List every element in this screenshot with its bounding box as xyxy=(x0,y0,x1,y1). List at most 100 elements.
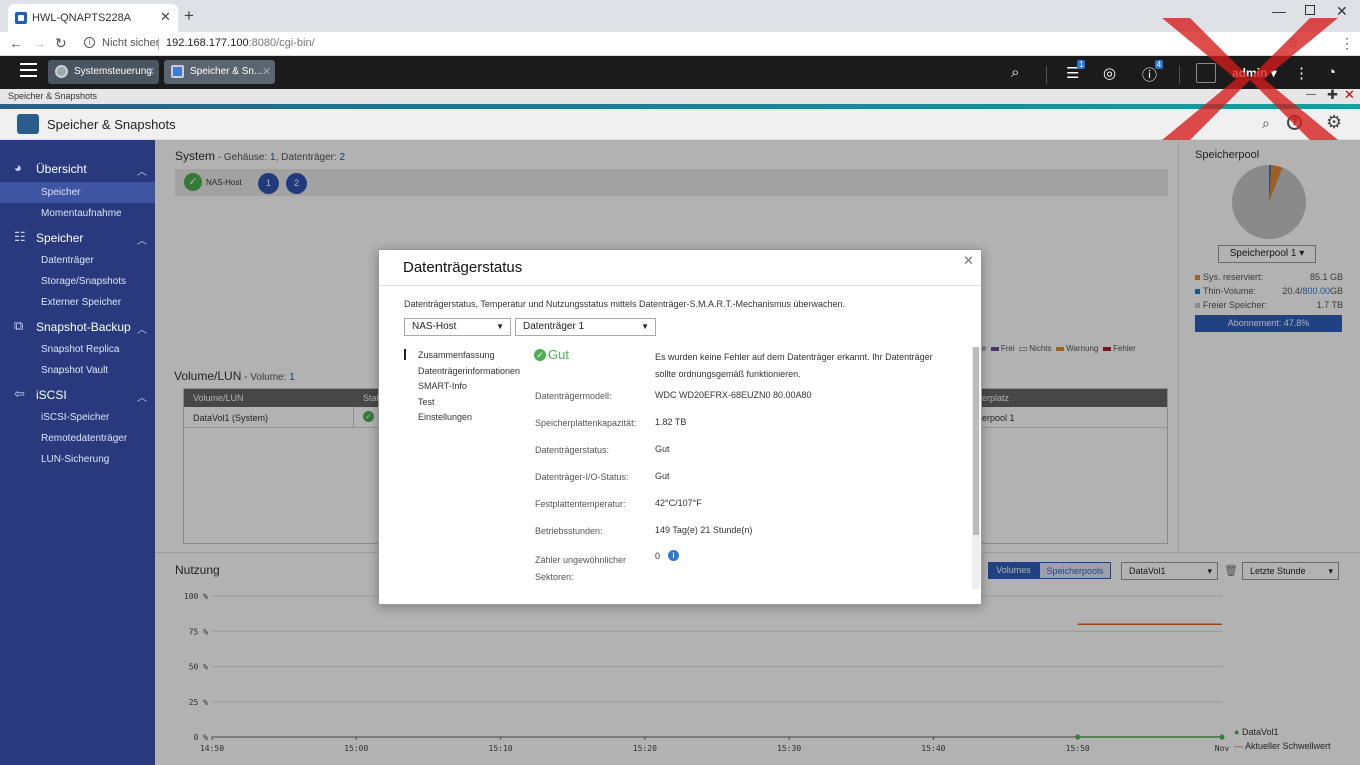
info-icon[interactable]: i xyxy=(84,37,95,48)
address-bar: ← → ↻ i Nicht sicher 192.168.177.100:808… xyxy=(0,32,1360,56)
field-value-disk-status: Gut xyxy=(655,444,670,454)
forward-icon[interactable]: → xyxy=(32,35,46,51)
sidebar-group-iscsi[interactable]: iSCSI xyxy=(36,388,67,402)
sidebar-item-snapshot-replica[interactable]: Snapshot Replica xyxy=(41,344,119,355)
search-icon[interactable]: ⌕ xyxy=(1011,64,1019,81)
status-text: Gut xyxy=(548,347,569,362)
app-window-header: Speicher & Snapshots — ✚ ✕ xyxy=(0,87,1360,104)
sidebar-item-remotedatentraeger[interactable]: Remotedatenträger xyxy=(41,433,127,444)
close-app-icon[interactable]: ✕ xyxy=(1344,87,1355,103)
field-value-power-on-hours: 149 Tag(e) 21 Stunde(n) xyxy=(655,525,753,535)
not-secure-label: Nicht sicher xyxy=(102,37,160,49)
scrollbar-thumb[interactable] xyxy=(973,347,979,535)
sidebar-item-snapshot-vault[interactable]: Snapshot Vault xyxy=(41,365,108,376)
browser-tab[interactable]: HWL-QNAPTS228A ✕ xyxy=(8,4,178,32)
sidebar-item-iscsi-speicher[interactable]: iSCSI-Speicher xyxy=(41,412,109,423)
info-icon[interactable]: i xyxy=(668,550,679,561)
nav-active-indicator xyxy=(404,349,406,360)
url-path: :8080/cgi-bin/ xyxy=(248,37,315,49)
divider xyxy=(158,38,159,50)
overview-icon: ◕ xyxy=(14,160,22,175)
app-window-caption: Speicher & Snapshots xyxy=(8,91,98,101)
close-tab-icon[interactable]: ✕ xyxy=(146,65,155,78)
database-icon: ☷ xyxy=(14,229,26,244)
gear-icon xyxy=(55,65,68,78)
chevron-down-icon: ▼ xyxy=(496,322,504,331)
collapse-icon[interactable]: ︿ xyxy=(137,163,147,178)
collapse-icon[interactable]: ︿ xyxy=(137,232,147,247)
url-field[interactable]: 192.168.177.100:8080/cgi-bin/ xyxy=(166,37,315,49)
dialog-nav-zusammenfassung[interactable]: Zusammenfassung xyxy=(418,350,495,360)
dialog-scrollbar[interactable] xyxy=(972,347,980,589)
tab-systemsteuerung[interactable]: Systemsteuerung ✕ xyxy=(48,60,159,84)
sidebar-group-snapshot-backup[interactable]: Snapshot-Backup xyxy=(36,320,131,334)
divider xyxy=(1046,66,1047,84)
storage-app-icon xyxy=(171,65,184,78)
browser-menu-icon[interactable]: ⋮ xyxy=(1340,35,1354,52)
browser-tabstrip xyxy=(0,0,1360,32)
field-label: Festplattentemperatur: xyxy=(535,499,626,509)
chevron-down-icon: ▼ xyxy=(641,322,649,331)
disk-select-value: Datenträger 1 xyxy=(523,321,585,332)
external-device-icon[interactable]: ◎ xyxy=(1103,64,1116,82)
sidebar-item-datentraeger[interactable]: Datenträger xyxy=(41,255,94,266)
snapshot-icon: ⧉ xyxy=(14,318,24,333)
app-title-bar xyxy=(0,109,1360,140)
sidebar-item-lun-sicherung[interactable]: LUN-Sicherung xyxy=(41,454,109,465)
field-value-model: WDC WD20EFRX-68EUZN0 80.00A80 xyxy=(655,390,812,400)
field-label: Datenträgerstatus: xyxy=(535,445,610,455)
sidebar-group-uebersicht[interactable]: Übersicht xyxy=(36,162,87,176)
watermark-logo xyxy=(1162,18,1338,140)
close-tab-icon[interactable]: ✕ xyxy=(160,9,171,25)
field-label: Zähler ungewöhnlicher Sektoren: xyxy=(535,555,627,582)
dialog-nav-datentraegerinformationen[interactable]: Datenträgerinformationen xyxy=(418,366,520,376)
reload-icon[interactable]: ↻ xyxy=(55,35,67,52)
dialog-description: Datenträgerstatus, Temperatur und Nutzun… xyxy=(404,299,846,309)
collapse-icon[interactable]: ︿ xyxy=(137,389,147,404)
sidebar-group-speicher[interactable]: Speicher xyxy=(36,231,83,245)
dialog-nav-einstellungen[interactable]: Einstellungen xyxy=(418,412,472,422)
browser-tab-title: HWL-QNAPTS228A xyxy=(32,12,132,24)
disk-select[interactable]: Datenträger 1 ▼ xyxy=(515,318,656,336)
tab-label: Systemsteuerung xyxy=(74,66,152,77)
field-value-io-status: Gut xyxy=(655,471,670,481)
tasks-badge: 1 xyxy=(1077,60,1086,69)
host-select[interactable]: NAS-Host ▼ xyxy=(404,318,511,336)
background-tasks-icon[interactable]: ☰ 1 xyxy=(1066,60,1086,82)
status-badge: ✓ Gut xyxy=(534,347,569,362)
iscsi-icon: ⇦ xyxy=(14,386,25,401)
dialog-nav-smart-info[interactable]: SMART-Info xyxy=(418,381,467,391)
field-label: Datenträger-I/O-Status: xyxy=(535,472,629,482)
page-title: Speicher & Snapshots xyxy=(47,117,176,132)
dialog-nav-test[interactable]: Test xyxy=(418,397,435,407)
minimize-button[interactable]: — xyxy=(1272,3,1286,19)
url-host: 192.168.177.100 xyxy=(166,37,249,49)
sidebar-item-externer-speicher[interactable]: Externer Speicher xyxy=(41,297,121,308)
sidebar-item-storage-snapshots[interactable]: Storage/Snapshots xyxy=(41,276,126,287)
field-value-temperature: 42°C/107°F xyxy=(655,498,702,508)
field-value-capacity: 1.82 TB xyxy=(655,417,687,427)
collapse-icon[interactable]: ︿ xyxy=(137,321,147,336)
field-label: Betriebsstunden: xyxy=(535,526,603,536)
field-label: Datenträgermodell: xyxy=(535,391,612,401)
main-menu-icon[interactable] xyxy=(20,63,37,77)
dialog-title: Datenträgerstatus xyxy=(403,259,523,276)
close-tab-icon[interactable]: ✕ xyxy=(262,65,271,78)
storage-app-icon xyxy=(17,114,39,134)
field-value-bad-sectors: 0 xyxy=(655,551,661,561)
tab-label: Speicher & Sn... xyxy=(190,66,263,77)
back-icon[interactable]: ← xyxy=(9,35,23,51)
maximize-button[interactable] xyxy=(1305,5,1315,15)
sidebar-item-momentaufnahme[interactable]: Momentaufnahme xyxy=(41,208,122,219)
close-icon[interactable]: ✕ xyxy=(963,253,974,269)
tab-speicher-snapshots[interactable]: Speicher & Sn... ✕ xyxy=(164,60,275,84)
check-icon: ✓ xyxy=(534,349,546,361)
sidebar-item-speicher[interactable]: Speicher xyxy=(41,187,80,198)
host-select-value: NAS-Host xyxy=(412,321,457,332)
status-message: Es wurden keine Fehler auf dem Datenträg… xyxy=(655,352,933,379)
field-label: Speicherplattenkapazität: xyxy=(535,418,637,428)
divider xyxy=(379,285,981,286)
new-tab-button[interactable]: + xyxy=(184,6,194,26)
qnap-favicon-icon xyxy=(15,12,27,24)
notification-icon[interactable]: ⓘ 4 xyxy=(1142,60,1164,85)
